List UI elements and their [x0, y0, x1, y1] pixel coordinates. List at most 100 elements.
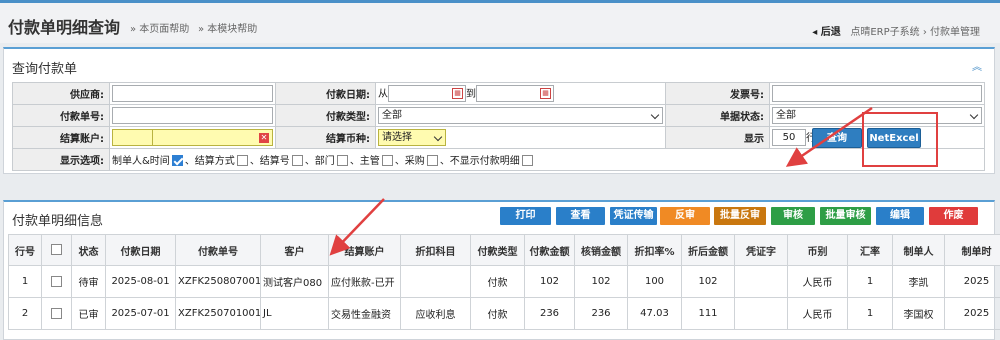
- table-cell: 1: [848, 298, 893, 330]
- toolbar-button[interactable]: 作废: [929, 207, 978, 225]
- column-header[interactable]: [42, 235, 72, 266]
- column-header[interactable]: 付款类型: [471, 235, 525, 266]
- column-header[interactable]: 凭证字: [735, 235, 788, 266]
- option-checkbox[interactable]: [237, 155, 248, 166]
- toolbar-button[interactable]: 凭证传输: [610, 207, 657, 225]
- per-page-input[interactable]: 50: [772, 129, 806, 146]
- table-cell: [735, 298, 788, 330]
- help-module-link[interactable]: » 本模块帮助: [198, 20, 257, 35]
- table-row[interactable]: 1待审2025-08-01XZFK250807001测试客户080应付账款-已开…: [9, 266, 1000, 298]
- column-header[interactable]: 折扣率%: [628, 235, 682, 266]
- toolbar-button[interactable]: 批量反审: [714, 207, 766, 225]
- date-from-input[interactable]: ▦: [388, 85, 466, 102]
- table-cell: 付款: [471, 298, 525, 330]
- table-cell: 李凯: [893, 266, 945, 298]
- breadcrumb-item-system[interactable]: 点晴ERP子系统: [850, 27, 919, 38]
- table-cell: 人民币: [788, 298, 848, 330]
- table-cell: 应收利息: [401, 298, 471, 330]
- table-cell: 2025: [945, 298, 1000, 330]
- pay-no-input[interactable]: [112, 107, 273, 124]
- toolbar-button[interactable]: 批量审核: [820, 207, 871, 225]
- option-checkbox[interactable]: [172, 155, 183, 166]
- column-header[interactable]: 制单人: [893, 235, 945, 266]
- breadcrumb-item-module[interactable]: 付款单管理: [930, 27, 980, 38]
- option-checkbox[interactable]: [427, 155, 438, 166]
- column-header[interactable]: 核销金额: [575, 235, 628, 266]
- table-cell[interactable]: XZFK250807001: [176, 266, 261, 298]
- option-checkbox[interactable]: [522, 155, 533, 166]
- invoice-no-input[interactable]: [772, 85, 982, 102]
- option-label: 、主管: [350, 156, 380, 167]
- supplier-input[interactable]: [112, 85, 273, 102]
- option-label: 、部门: [305, 156, 335, 167]
- toolbar-button[interactable]: 打印: [500, 207, 551, 225]
- column-header[interactable]: 币别: [788, 235, 848, 266]
- display-label: 显示: [666, 127, 770, 149]
- option-checkbox[interactable]: [382, 155, 393, 166]
- column-header[interactable]: 状态: [72, 235, 106, 266]
- row-checkbox[interactable]: [51, 308, 62, 319]
- column-header[interactable]: 付款金额: [525, 235, 575, 266]
- table-cell: 人民币: [788, 266, 848, 298]
- detail-panel-title: 付款单明细信息: [12, 210, 103, 229]
- column-header[interactable]: 行号: [9, 235, 42, 266]
- column-header[interactable]: 客户: [261, 235, 329, 266]
- collapse-icon[interactable]: ︽: [972, 58, 982, 73]
- toolbar-button[interactable]: 编辑: [876, 207, 924, 225]
- table-cell: 李国权: [893, 298, 945, 330]
- table-cell: 111: [682, 298, 735, 330]
- pay-date-label: 付款日期:: [276, 83, 376, 105]
- currency-select[interactable]: 请选择: [378, 129, 446, 146]
- date-to-label: 到: [466, 89, 476, 100]
- option-checkbox[interactable]: [292, 155, 303, 166]
- calendar-icon[interactable]: ▦: [540, 88, 551, 99]
- column-header[interactable]: 付款单号: [176, 235, 261, 266]
- toolbar-button[interactable]: 审核: [771, 207, 815, 225]
- row-checkbox[interactable]: [51, 276, 62, 287]
- table-cell: 交易性金融资: [329, 298, 401, 330]
- column-header[interactable]: 折后金额: [682, 235, 735, 266]
- table-cell[interactable]: XZFK250701001: [176, 298, 261, 330]
- date-to-input[interactable]: ▦: [476, 85, 554, 102]
- supplier-label: 供应商:: [13, 83, 110, 105]
- breadcrumb: ◂ 后退 点晴ERP子系统 › 付款单管理: [812, 23, 980, 38]
- table-row[interactable]: 2已审2025-07-01XZFK250701001JL交易性金融资应收利息付款…: [9, 298, 1000, 330]
- table-cell: [42, 298, 72, 330]
- pay-type-select[interactable]: 全部: [378, 107, 663, 124]
- breadcrumb-separator: ›: [923, 27, 927, 38]
- column-header[interactable]: 汇率: [848, 235, 893, 266]
- toolbar-button[interactable]: 反审: [660, 207, 710, 225]
- table-cell: 2025-07-01: [106, 298, 176, 330]
- table-cell: 已审: [72, 298, 106, 330]
- option-checkbox[interactable]: [337, 155, 348, 166]
- search-button[interactable]: 查询: [812, 128, 862, 148]
- table-cell: 102: [525, 266, 575, 298]
- table-cell: 2: [9, 298, 42, 330]
- toolbar-button[interactable]: 查看: [556, 207, 605, 225]
- column-header[interactable]: 折扣科目: [401, 235, 471, 266]
- clear-icon[interactable]: ✕: [259, 133, 269, 143]
- column-header[interactable]: 制单时: [945, 235, 1000, 266]
- back-link[interactable]: ◂ 后退: [812, 27, 841, 38]
- table-cell: [42, 266, 72, 298]
- display-options: 制单人&时间、结算方式、结算号、部门、主管、采购、不显示付款明细: [110, 149, 985, 171]
- option-label: 、结算方式: [185, 156, 235, 167]
- calendar-icon[interactable]: ▦: [452, 88, 463, 99]
- pay-no-label: 付款单号:: [13, 105, 110, 127]
- table-cell: [735, 266, 788, 298]
- table-cell: [401, 266, 471, 298]
- table-cell: 1: [848, 266, 893, 298]
- table-cell: 2025-08-01: [106, 266, 176, 298]
- query-panel-title: 查询付款单: [12, 58, 77, 77]
- currency-label: 结算币种:: [276, 127, 376, 149]
- table-cell: 102: [682, 266, 735, 298]
- account-input[interactable]: ✕: [112, 129, 273, 146]
- date-from-label: 从: [378, 89, 388, 100]
- help-page-link[interactable]: » 本页面帮助: [130, 20, 189, 35]
- table-cell: 应付账款-已开: [329, 266, 401, 298]
- table-cell: 102: [575, 266, 628, 298]
- column-header[interactable]: 结算账户: [329, 235, 401, 266]
- page-header: 付款单明细查询 » 本页面帮助 » 本模块帮助 ◂ 后退 点晴ERP子系统 › …: [0, 3, 1000, 43]
- select-all-checkbox[interactable]: [51, 244, 62, 255]
- column-header[interactable]: 付款日期: [106, 235, 176, 266]
